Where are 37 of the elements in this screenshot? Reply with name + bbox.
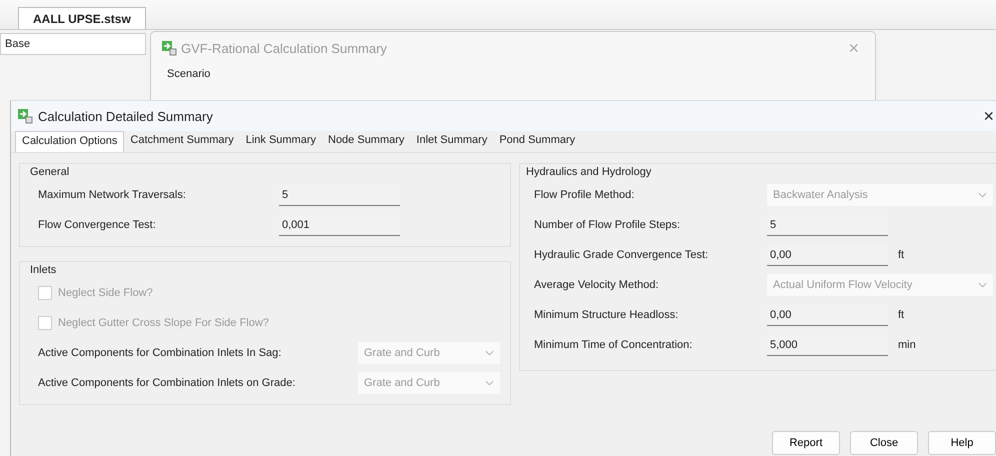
field-label: Minimum Time of Concentration: xyxy=(534,339,694,351)
dialog-button[interactable]: Report xyxy=(772,431,840,455)
chevron-down-icon xyxy=(485,380,494,386)
unit-label: min xyxy=(898,339,916,351)
dialog-title: Calculation Detailed Summary xyxy=(38,108,214,124)
tab[interactable]: Catchment Summary xyxy=(124,131,240,152)
unit-label: ft xyxy=(898,309,904,321)
group-title: Hydraulics and Hydrology xyxy=(526,166,652,178)
dialog-title: GVF-Rational Calculation Summary xyxy=(181,40,388,56)
field-label: Active Components for Combination Inlets In Sag: xyxy=(38,347,282,359)
checkbox-label: Neglect Side Flow? xyxy=(58,287,153,299)
tab[interactable]: Node Summary xyxy=(322,131,410,152)
group-title: Inlets xyxy=(30,264,58,276)
group-title: General xyxy=(30,166,70,178)
tab[interactable]: Calculation Options xyxy=(15,131,124,152)
document-tab[interactable]: AALL UPSE.stsw xyxy=(18,7,146,29)
scenario-field[interactable]: Base xyxy=(0,33,146,55)
field-label: Flow Profile Method: xyxy=(534,189,636,201)
chevron-down-icon xyxy=(978,192,987,198)
field-label: Number of Flow Profile Steps: xyxy=(534,219,682,231)
field-label: Average Velocity Method: xyxy=(534,279,660,291)
unit-label: ft xyxy=(898,249,904,261)
field-label: Minimum Structure Headloss: xyxy=(534,309,680,321)
field-label: Hydraulic Grade Convergence Test: xyxy=(534,249,710,261)
tab[interactable]: Pond Summary xyxy=(493,131,582,152)
field-label: Active Components for Combination Inlets on Grade: xyxy=(38,377,296,389)
field-label: Maximum Network Traversals: xyxy=(38,189,187,201)
close-button[interactable]: × xyxy=(983,106,994,126)
dialog-button[interactable]: Help xyxy=(928,431,996,455)
tab[interactable]: Inlet Summary xyxy=(410,131,494,152)
tab[interactable]: Link Summary xyxy=(240,131,322,152)
chevron-down-icon xyxy=(485,350,494,356)
chevron-down-icon xyxy=(978,282,987,288)
checkbox-label: Neglect Gutter Cross Slope For Side Flow? xyxy=(58,317,269,329)
field-label: Flow Convergence Test: xyxy=(38,219,157,231)
section-label: Scenario xyxy=(167,68,212,80)
dialog-button[interactable]: Close xyxy=(850,431,918,455)
